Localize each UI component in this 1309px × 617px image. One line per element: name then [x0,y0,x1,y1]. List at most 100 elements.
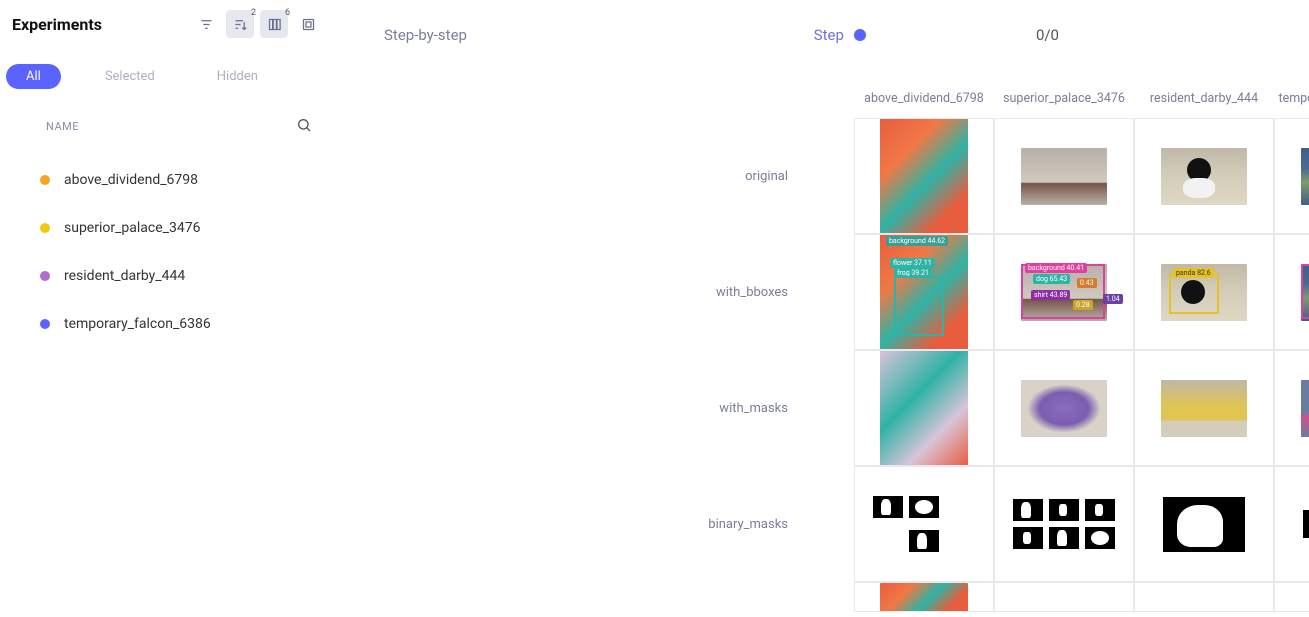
image-cell[interactable] [854,118,994,234]
step-counter: 0/0 [1036,26,1059,44]
grid-row-partial [854,582,1309,612]
image-grid: original with_bboxes with_masks binary_m… [330,78,1309,612]
row-label: with_bboxes [330,234,854,350]
binary-mask-set [864,496,984,552]
columns-icon[interactable]: 6 [260,10,288,38]
bbox-label: panda 82.6 [1173,268,1214,278]
image-cell[interactable]: panda 82.6 [1134,234,1274,350]
column-header: above_dividend_6798 [854,91,994,106]
thumbnail [880,350,968,466]
column-header: temporary_falcon_6386 [1274,91,1309,106]
tab-selected[interactable]: Selected [87,65,173,88]
filter-icon[interactable] [192,10,220,38]
row-label: binary_masks [330,466,854,582]
list-item[interactable]: above_dividend_6798 [0,156,330,204]
binary-mask [1049,527,1079,549]
column-headers: above_dividend_6798 superior_palace_3476… [854,78,1309,118]
sidebar: Experiments 2 6 All Selected Hidden NAME… [0,0,330,617]
thumbnail [1301,380,1309,437]
thumbnail [1161,148,1247,205]
main-header: Step-by-step Step 0/0 [330,26,1309,44]
sort-badge: 2 [251,8,256,18]
image-cell[interactable] [1134,466,1274,582]
step-label: Step [814,26,844,44]
grid-row-bboxes: background 44.62 flower 37.11 frog 39.21… [854,234,1309,350]
bbox-label: dog 65.43 [1033,274,1070,284]
search-icon[interactable] [296,117,312,136]
image-cell[interactable]: background 40.41 dog 65.43 shirt 43.89 0… [994,234,1134,350]
image-cell[interactable] [994,466,1134,582]
grid-row-original [854,118,1309,234]
color-dot [40,319,50,329]
color-dot [40,271,50,281]
thumbnail: panda 82.6 [1161,264,1247,321]
image-cell[interactable] [994,350,1134,466]
thumbnail [1301,148,1309,205]
experiment-name: above_dividend_6798 [64,172,198,188]
list-item[interactable]: superior_palace_3476 [0,204,330,252]
bbox-label: shirt 43.89 [1031,290,1070,300]
experiment-name: resident_darby_444 [64,268,185,284]
thumbnail: background 40.41 dog 65.43 shirt 43.89 0… [1021,264,1107,321]
bbox-label: 1.04 [1103,294,1123,304]
color-dot [40,175,50,185]
bbox-label: 0.43 [1077,278,1097,288]
grid-row-binary [854,466,1309,582]
binary-mask [873,496,903,518]
bbox-label: background 44.62 [886,236,948,246]
image-cell[interactable] [854,582,994,612]
image-cell[interactable] [1134,582,1274,612]
image-cell[interactable] [1274,466,1309,582]
thumbnail [1021,380,1107,437]
bbox-label: 0.28 [1073,300,1093,310]
binary-mask [1085,499,1115,521]
thumbnail [880,583,968,612]
thumbnail [1021,148,1107,205]
image-cell[interactable] [1274,350,1309,466]
image-cell[interactable] [1134,118,1274,234]
experiment-name: superior_palace_3476 [64,220,200,236]
image-cell[interactable] [1274,582,1309,612]
image-cell[interactable] [1274,118,1309,234]
thumbnail [880,118,968,234]
binary-mask-set [1303,510,1309,538]
binary-mask [1013,499,1043,521]
image-cell[interactable] [994,582,1134,612]
layout-icon[interactable] [294,10,322,38]
filter-tabs: All Selected Hidden [6,64,330,89]
list-item[interactable]: resident_darby_444 [0,252,330,300]
main: Step-by-step Step 0/0 original with_bbox… [330,0,1309,617]
experiment-name: temporary_falcon_6386 [64,316,211,332]
column-header: resident_darby_444 [1134,91,1274,106]
thumbnail [1161,380,1247,437]
binary-mask [1049,499,1079,521]
tab-all[interactable]: All [6,64,61,89]
binary-mask [1085,527,1115,549]
step-indicator[interactable]: Step [814,26,866,44]
list-item[interactable]: temporary_falcon_6386 [0,300,330,348]
tab-hidden[interactable]: Hidden [199,65,276,88]
image-cell[interactable]: background 44.62 flower 37.11 frog 39.21 [854,234,994,350]
experiment-list: above_dividend_6798 superior_palace_3476… [0,156,330,348]
image-cell[interactable] [1134,350,1274,466]
color-dot [40,223,50,233]
bbox-label: flower 37.11 [890,258,935,268]
row-label: original [330,118,854,234]
binary-mask-set [1004,499,1124,549]
row-labels: original with_bboxes with_masks binary_m… [330,78,854,612]
row-label: with_masks [330,350,854,466]
grid: above_dividend_6798 superior_palace_3476… [854,78,1309,612]
image-cell[interactable] [854,350,994,466]
image-cell[interactable] [854,466,994,582]
bbox-rect [894,276,944,336]
image-cell[interactable]: background 45.21 fox 83 [1274,234,1309,350]
grid-row-masks [854,350,1309,466]
sort-icon[interactable]: 2 [226,10,254,38]
binary-mask [909,530,939,552]
list-header-name: NAME [46,120,79,133]
bbox-rect [1301,264,1309,319]
sidebar-title: Experiments [12,15,186,34]
thumbnail: background 44.62 flower 37.11 frog 39.21 [880,234,968,350]
bbox-label: background 40.41 [1025,263,1087,273]
image-cell[interactable] [994,118,1134,234]
